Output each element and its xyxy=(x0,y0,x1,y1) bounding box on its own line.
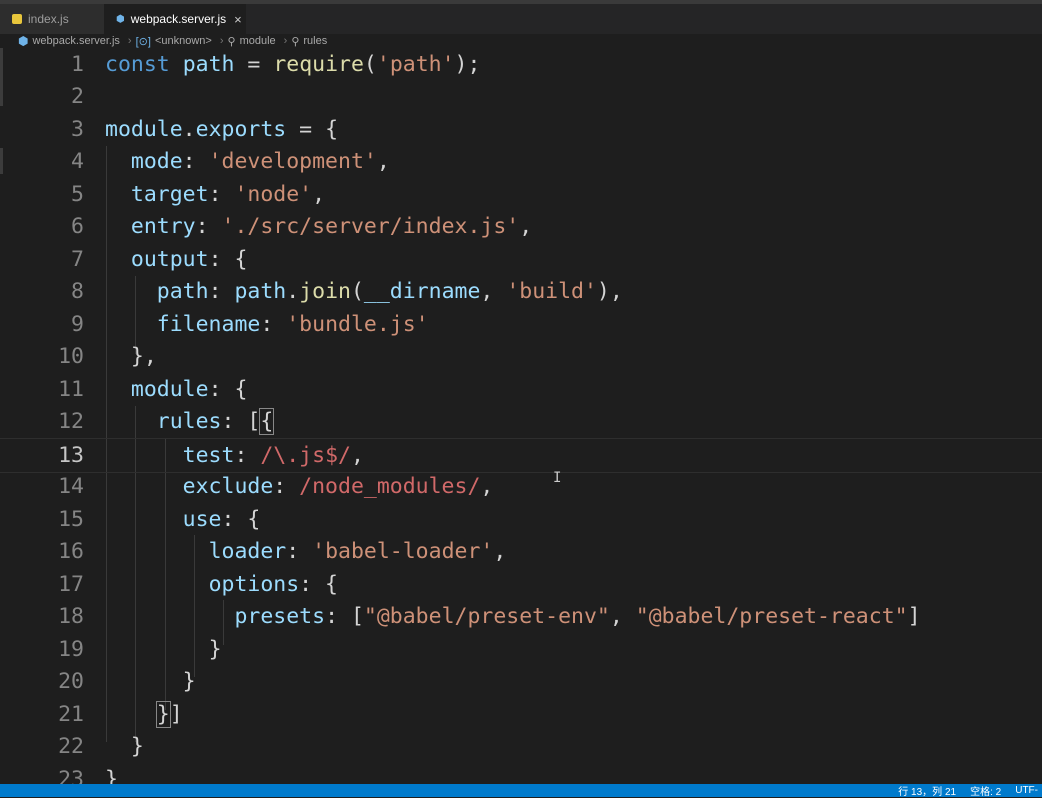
line-number: 14 xyxy=(58,474,84,500)
line-number: 4 xyxy=(71,149,84,175)
code-line: 5 target: 'node', xyxy=(0,178,1042,211)
tab-label: index.js xyxy=(28,12,69,26)
config-file-icon: ⬢ xyxy=(116,13,125,25)
code-line: 2 xyxy=(0,81,1042,114)
code-line: 15 use: { xyxy=(0,503,1042,536)
code-line: 9 filename: 'bundle.js' xyxy=(0,308,1042,341)
line-number: 9 xyxy=(71,311,84,337)
breadcrumb-unknown[interactable]: <unknown> xyxy=(155,35,212,47)
token: path xyxy=(182,51,235,77)
line-number: 13 xyxy=(58,442,84,468)
code-line: 6 entry: './src/server/index.js', xyxy=(0,211,1042,244)
wrench-icon: ⚲ xyxy=(291,35,300,48)
tab-bar: index.js ⬢ webpack.server.js × xyxy=(0,0,1042,34)
js-file-icon xyxy=(12,14,22,24)
code-line: 4 mode: 'development', xyxy=(0,146,1042,179)
cursor-position[interactable]: 行 13，列 21 xyxy=(898,783,956,798)
wrench-icon: ⚲ xyxy=(227,35,236,48)
matched-bracket: } xyxy=(155,700,171,728)
code-line: 18 presets: ["@babel/preset-env", "@babe… xyxy=(0,601,1042,634)
line-number: 16 xyxy=(58,539,84,565)
line-number: 8 xyxy=(71,279,84,305)
code-line: 20 } xyxy=(0,666,1042,699)
line-number: 20 xyxy=(58,669,84,695)
close-icon[interactable]: × xyxy=(234,12,242,27)
code-line: 3 module.exports = { xyxy=(0,113,1042,146)
line-number: 23 xyxy=(58,766,84,784)
code-line: 21 }] xyxy=(0,698,1042,731)
code-line: 14 exclude: /node_modules/, xyxy=(0,471,1042,504)
status-bar: 行 13，列 21 空格: 2 UTF- xyxy=(0,783,1042,798)
code-line: 11 module: { xyxy=(0,373,1042,406)
code-line: 19 } xyxy=(0,633,1042,666)
code-line: 17 options: { xyxy=(0,568,1042,601)
code-line: 22 } xyxy=(0,731,1042,764)
token: require xyxy=(273,51,364,77)
code-line: 23 } xyxy=(0,763,1042,784)
tab-webpack-server-js[interactable]: ⬢ webpack.server.js × xyxy=(104,4,246,34)
code-editor[interactable]: 1 const path = require('path'); 2 3 modu… xyxy=(0,48,1042,784)
line-number: 1 xyxy=(71,51,84,77)
line-number: 15 xyxy=(58,506,84,532)
line-number: 11 xyxy=(58,376,84,402)
token: 'path' xyxy=(376,51,455,77)
line-number: 10 xyxy=(58,344,84,370)
code-line: 7 output: { xyxy=(0,243,1042,276)
tab-label: webpack.server.js xyxy=(130,12,227,26)
line-number: 12 xyxy=(58,409,84,435)
line-number: 7 xyxy=(71,246,84,272)
breadcrumb: ⬢ webpack.server.js › [⊙] <unknown> › ⚲ … xyxy=(0,34,1042,48)
config-file-icon: ⬢ xyxy=(18,34,29,48)
text-cursor-icon: I xyxy=(553,470,562,486)
line-number: 22 xyxy=(58,734,84,760)
breadcrumb-file[interactable]: webpack.server.js xyxy=(32,35,119,47)
chevron-right-icon: › xyxy=(127,35,132,47)
indentation[interactable]: 空格: 2 xyxy=(970,783,1001,798)
code-line: 1 const path = require('path'); xyxy=(0,48,1042,81)
line-number: 3 xyxy=(71,116,84,142)
encoding[interactable]: UTF- xyxy=(1015,785,1038,796)
code-line: 12 rules: [{ xyxy=(0,406,1042,439)
code-line: 16 loader: 'babel-loader', xyxy=(0,536,1042,569)
line-number: 21 xyxy=(58,701,84,727)
code-line: 8 path: path.join(__dirname, 'build'), xyxy=(0,276,1042,309)
chevron-right-icon: › xyxy=(219,35,224,47)
tab-index-js[interactable]: index.js xyxy=(0,4,104,34)
chevron-right-icon: › xyxy=(283,35,288,47)
token: const xyxy=(105,51,170,77)
line-number: 17 xyxy=(58,571,84,597)
code-line: 10 }, xyxy=(0,341,1042,374)
line-number: 6 xyxy=(71,214,84,240)
code-line-current: 13 test: /\.js$/, xyxy=(0,438,1042,473)
matched-bracket: { xyxy=(259,408,275,436)
line-number: 19 xyxy=(58,636,84,662)
line-number: 2 xyxy=(71,84,84,110)
line-number: 5 xyxy=(71,181,84,207)
breadcrumb-module[interactable]: module xyxy=(240,35,276,47)
breadcrumb-rules[interactable]: rules xyxy=(303,35,327,47)
brackets-icon: [⊙] xyxy=(135,35,151,48)
line-number: 18 xyxy=(58,604,84,630)
